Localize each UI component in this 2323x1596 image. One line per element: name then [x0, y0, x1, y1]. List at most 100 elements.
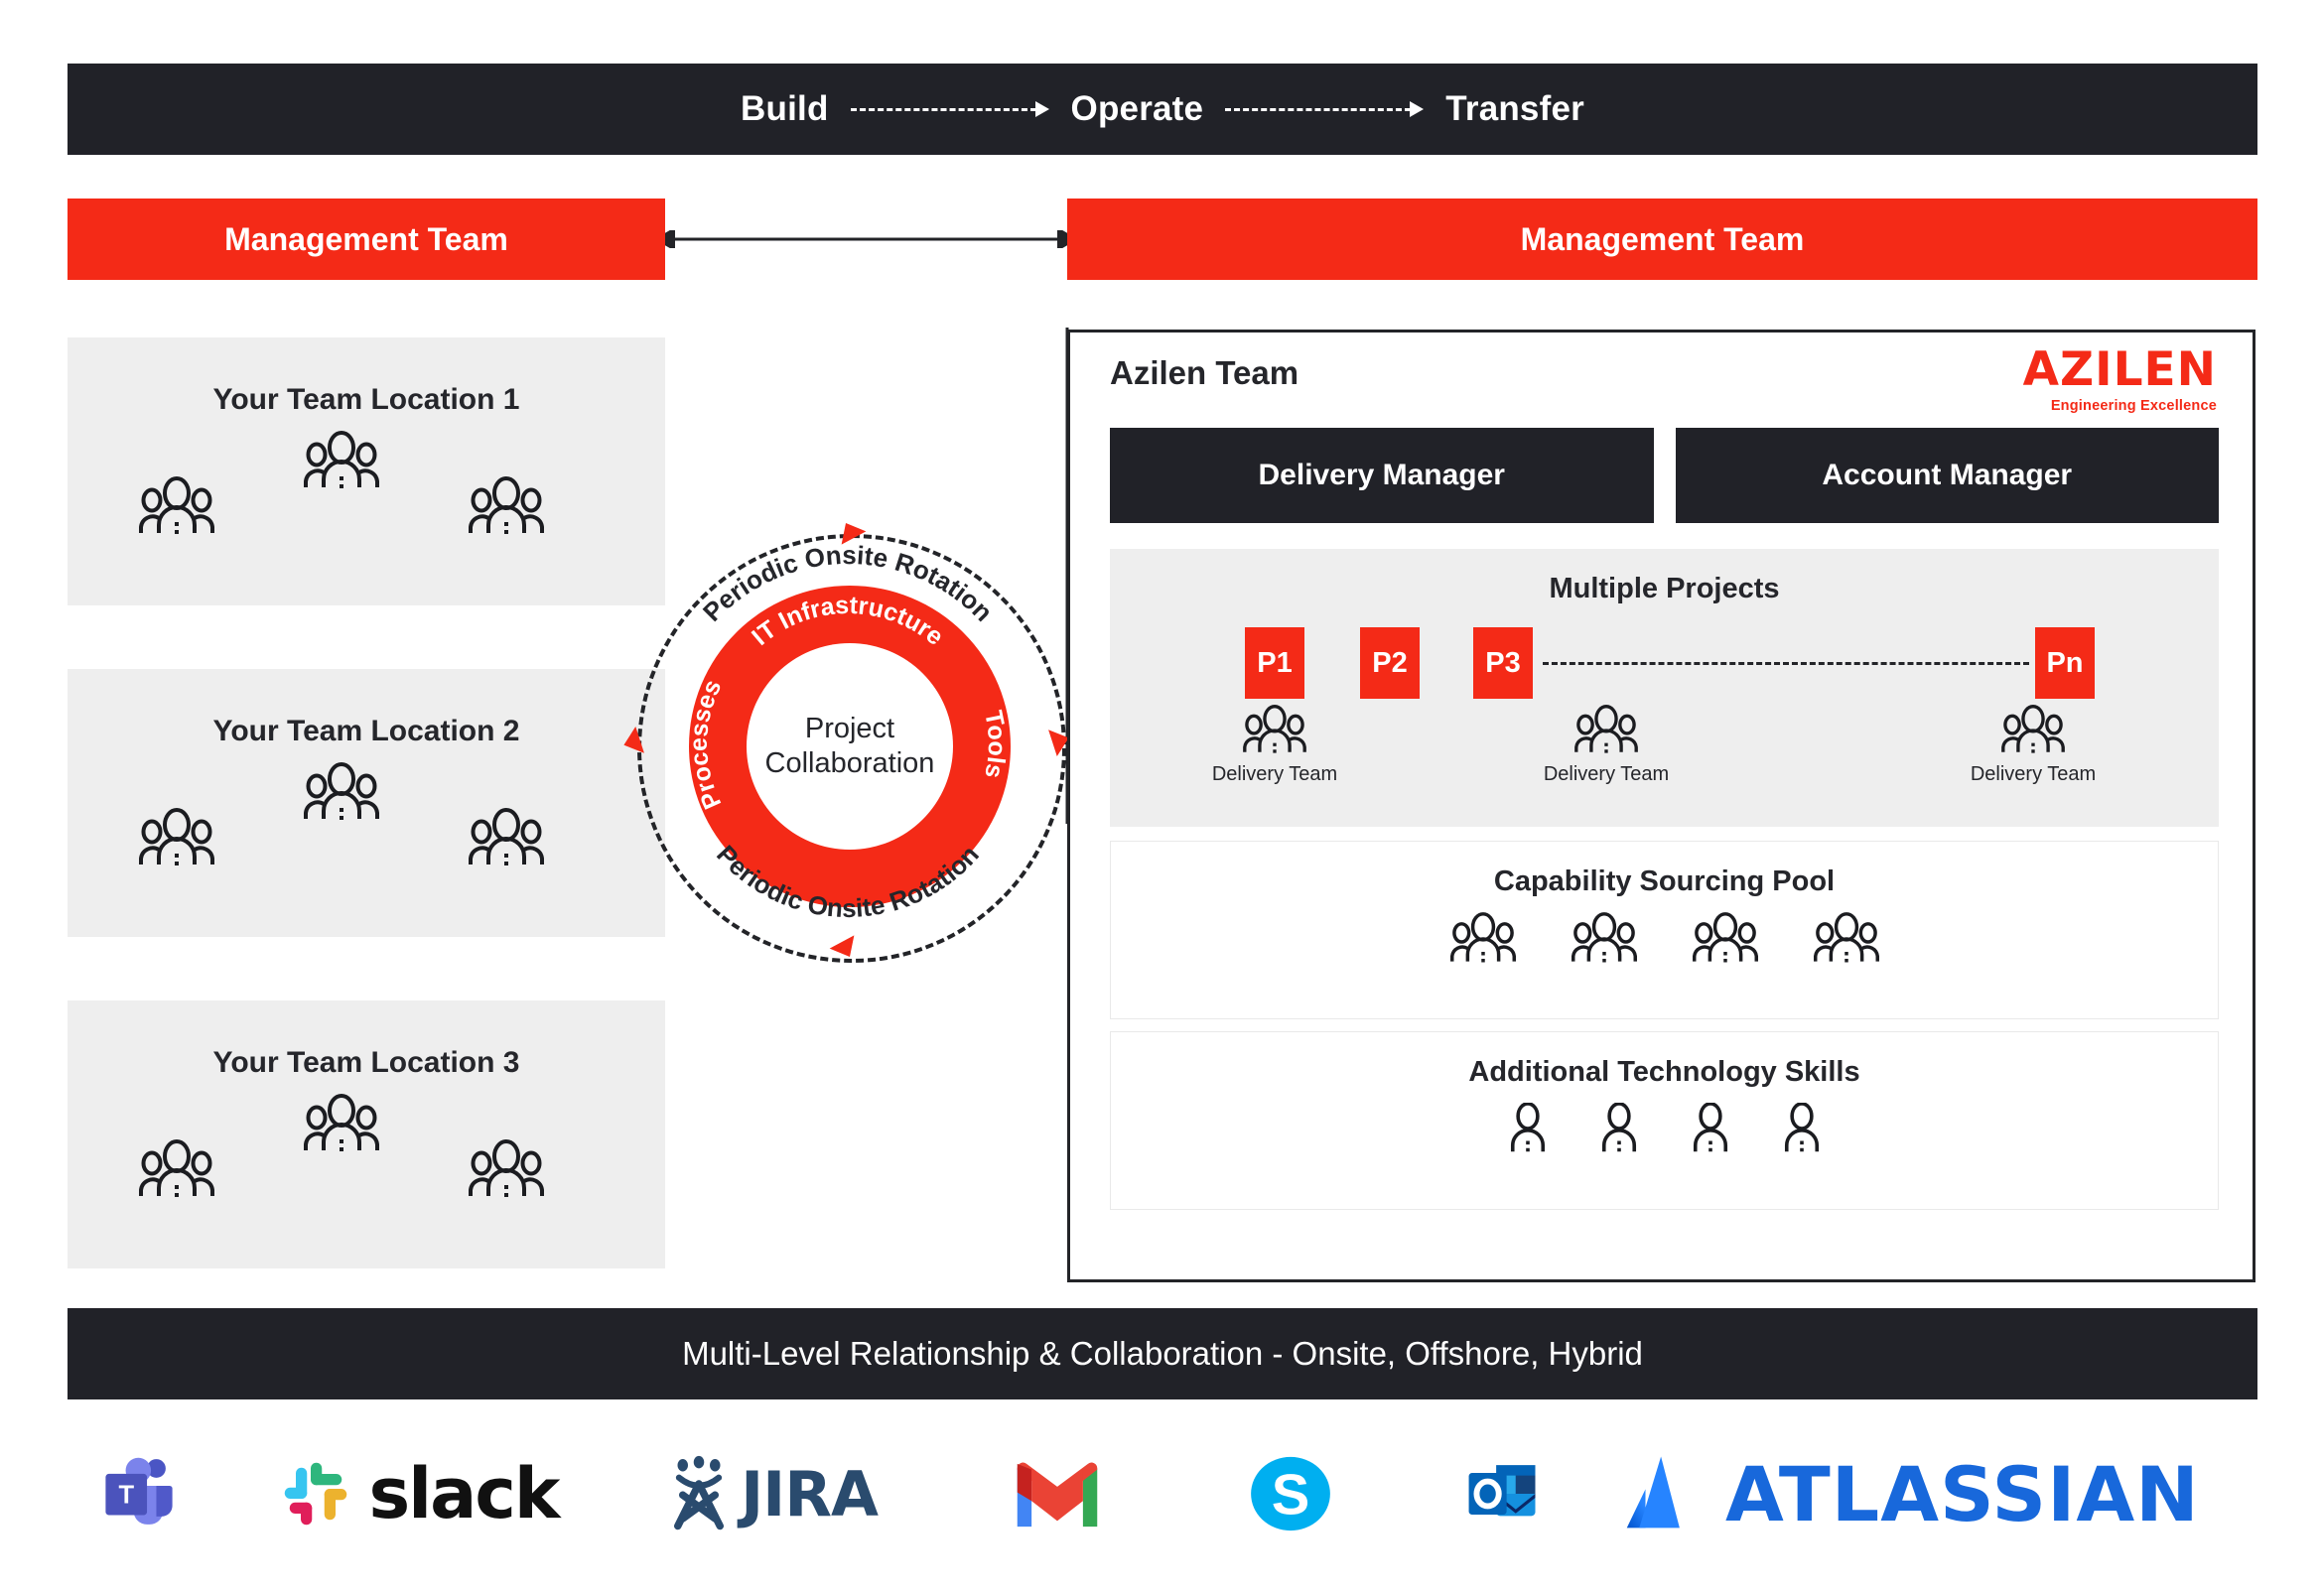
phase-operate: Operate	[1070, 89, 1204, 128]
slack-wordmark: slack	[368, 1453, 561, 1534]
gmail-logo	[933, 1458, 1181, 1530]
people-group-icon	[469, 1139, 544, 1206]
people-group-icon	[304, 762, 379, 829]
team-location-title-2: Your Team Location 2	[212, 715, 520, 747]
delivery-team-label-3: Delivery Team	[1970, 763, 2097, 785]
people-group-icon	[304, 1094, 379, 1160]
arrow-line	[1225, 107, 1412, 111]
project-collaboration-circle: Project Collaboration Periodic Onsite Ro…	[619, 516, 1074, 971]
people-group-icon	[304, 431, 379, 497]
team-location-box-2: Your Team Location 2	[68, 669, 665, 937]
circle-curved-labels: Periodic Onsite Rotation Periodic Onsite…	[685, 540, 1011, 923]
skills-icon-row	[1111, 1102, 2218, 1159]
people-group-icon	[2001, 705, 2065, 760]
arrow-head	[1034, 101, 1049, 117]
tool-logo-strip: T slack JIRA S ATLASSIAN	[50, 1429, 2283, 1558]
manager-row: Delivery Manager Account Manager	[1110, 428, 2219, 523]
pool-icon-row	[1111, 912, 2218, 971]
management-team-left-label: Management Team	[224, 220, 508, 257]
people-group-icon	[469, 476, 544, 543]
people-group-icon	[139, 1139, 214, 1206]
azilen-team-title: Azilen Team	[1110, 354, 1299, 391]
person-icon	[1693, 1102, 1728, 1159]
multiple-projects-heading: Multiple Projects	[1549, 573, 1780, 604]
build-operate-transfer-bar: Build Operate Transfer	[68, 64, 2257, 155]
teams-icon: T	[105, 1457, 173, 1525]
skype-logo: S	[1181, 1450, 1400, 1537]
team-location-box-1: Your Team Location 1	[68, 337, 665, 605]
jira-icon	[674, 1455, 725, 1530]
microsoft-teams-logo: T	[50, 1451, 228, 1536]
capability-sourcing-pool-heading: Capability Sourcing Pool	[1493, 865, 1836, 897]
people-group-icon	[1571, 912, 1637, 971]
double-headed-arrow-icon	[665, 230, 1067, 248]
delivery-team-label-1: Delivery Team	[1211, 763, 1338, 785]
delivery-teams-row: Delivery Team Delivery Team Delivery Tea…	[1110, 705, 2219, 804]
outer-bottom-label: Periodic Onsite Rotation	[711, 840, 985, 923]
people-group-icon	[1243, 705, 1306, 760]
project-box-pn: Pn	[2035, 627, 2095, 699]
azilen-logo-wordmark: AZILEN	[2022, 342, 2217, 397]
arrow-head	[1410, 101, 1425, 117]
people-group-icon	[1692, 912, 1758, 971]
management-team-left: Management Team	[68, 199, 665, 280]
ring-right-label: Tools	[979, 708, 1011, 780]
management-team-right-label: Management Team	[1520, 220, 1805, 257]
dashed-arrow-right-icon	[850, 99, 1049, 119]
project-box-p1: P1	[1245, 627, 1304, 699]
person-icon	[1601, 1102, 1637, 1159]
project-boxes-strip: P1 P2 P3 Pn	[1110, 627, 2219, 703]
atlassian-logo: ATLASSIAN	[1608, 1444, 2263, 1543]
collaboration-summary-text: Multi-Level Relationship & Collaboration…	[682, 1335, 1643, 1372]
gmail-icon	[1017, 1462, 1098, 1528]
team-location-title-1: Your Team Location 1	[212, 383, 520, 416]
account-manager-box: Account Manager	[1675, 428, 2219, 523]
phase-build: Build	[741, 89, 829, 128]
svg-text:S: S	[1272, 1464, 1310, 1528]
people-group-icon	[1813, 912, 1879, 971]
person-icon	[1510, 1102, 1546, 1159]
delivery-team-3: Delivery Team	[1934, 705, 2132, 786]
project-box-p2: P2	[1360, 627, 1420, 699]
delivery-manager-box: Delivery Manager	[1110, 428, 1654, 523]
arrow-line	[850, 107, 1036, 111]
dashed-line-icon	[1543, 662, 2029, 665]
diagram-canvas: Build Operate Transfer Management Team M…	[0, 0, 2323, 1596]
people-group-icon	[139, 808, 214, 874]
phase-transfer: Transfer	[1445, 89, 1584, 128]
jira-logo: JIRA	[606, 1454, 933, 1533]
outlook-logo	[1400, 1452, 1608, 1535]
slack-logo: slack	[228, 1453, 606, 1534]
people-group-icon	[1574, 705, 1638, 760]
skype-icon: S	[1251, 1456, 1330, 1531]
ring-top-label: IT Infrastructure	[747, 592, 949, 651]
person-icon	[1784, 1102, 1820, 1159]
azilen-panel-header: Azilen Team AZILEN Engineering Excellenc…	[1070, 332, 2253, 420]
collaboration-summary-bar: Multi-Level Relationship & Collaboration…	[68, 1308, 2257, 1399]
ring-left-label: Processes	[685, 675, 727, 813]
dashed-arrow-right-icon-2	[1225, 99, 1425, 119]
team-location-title-3: Your Team Location 3	[212, 1046, 520, 1079]
capability-sourcing-pool-panel: Capability Sourcing Pool	[1110, 841, 2219, 1019]
team-people-group-3	[68, 1084, 665, 1233]
delivery-team-1: Delivery Team	[1175, 705, 1374, 786]
people-group-icon	[1449, 912, 1516, 971]
azilen-team-panel: Azilen Team AZILEN Engineering Excellenc…	[1067, 330, 2255, 1282]
atlassian-icon	[1626, 1456, 1680, 1529]
team-people-group-1	[68, 421, 665, 570]
svg-text:T: T	[118, 1481, 134, 1509]
azilen-logo: AZILEN Engineering Excellence	[1979, 346, 2217, 414]
additional-technology-skills-panel: Additional Technology Skills	[1110, 1031, 2219, 1210]
multiple-projects-panel: Multiple Projects P1 P2 P3 Pn Delivery T…	[1110, 549, 2219, 827]
jira-wordmark: JIRA	[741, 1457, 879, 1530]
project-box-p3: P3	[1473, 627, 1533, 699]
people-group-icon	[139, 476, 214, 543]
outlook-icon	[1468, 1465, 1536, 1517]
people-group-icon	[469, 808, 544, 874]
management-team-right: Management Team	[1067, 199, 2257, 280]
additional-technology-skills-heading: Additional Technology Skills	[1468, 1056, 1860, 1088]
team-location-box-3: Your Team Location 3	[68, 1000, 665, 1268]
atlassian-wordmark: ATLASSIAN	[1725, 1449, 2200, 1538]
slack-icon	[284, 1462, 346, 1526]
delivery-team-2: Delivery Team	[1507, 705, 1706, 786]
